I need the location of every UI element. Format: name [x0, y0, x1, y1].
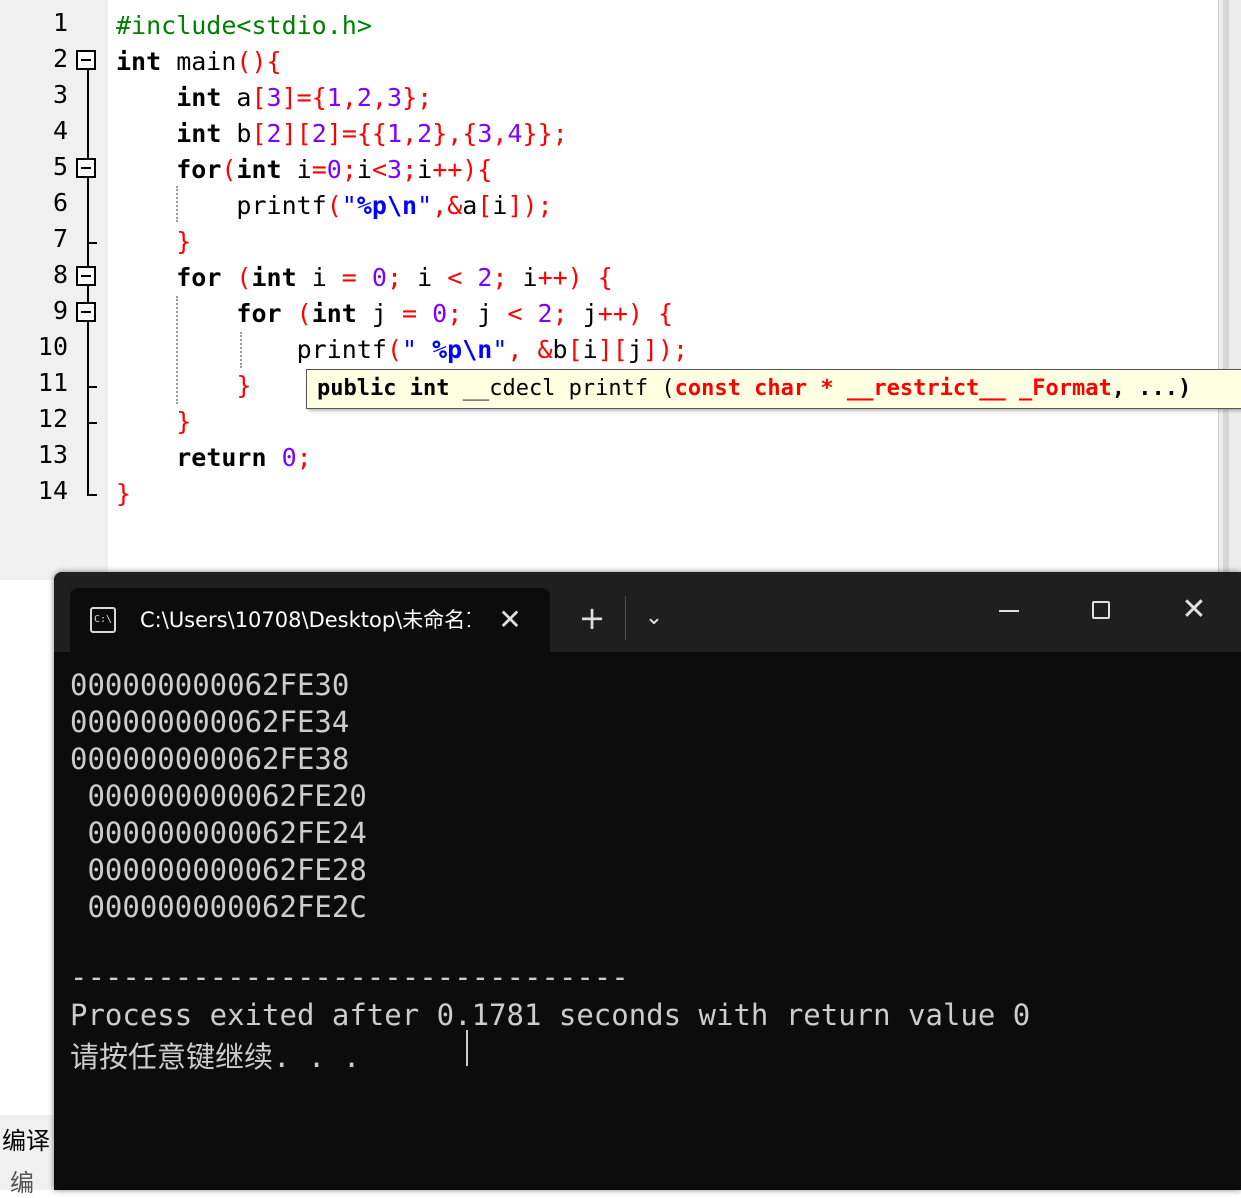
- line-number: 10: [37, 332, 68, 361]
- code-line-10: printf(" %p\n", &b[i][j]);: [296, 335, 689, 364]
- line-number: 7: [52, 224, 68, 253]
- code-line-4: int b[2][2]={{1,2},{3,4}};: [176, 119, 568, 148]
- code-line-2: int main(){: [116, 47, 282, 76]
- code-line-1: #include<stdio.h>: [116, 11, 372, 40]
- line-number: 5: [52, 152, 68, 181]
- code-line-3: int a[3]={1,2,3};: [176, 83, 433, 112]
- code-line-13: return 0;: [176, 443, 312, 472]
- new-tab-button[interactable]: +: [574, 598, 610, 638]
- close-tab-button[interactable]: ✕: [492, 602, 528, 638]
- line-number: 11: [37, 368, 68, 397]
- compile-log-label[interactable]: 编: [10, 1163, 34, 1198]
- line-number: 12: [37, 404, 68, 433]
- code-line-7: }: [176, 227, 192, 256]
- line-number: 1: [52, 8, 68, 37]
- code-line-11: }: [236, 371, 252, 400]
- exit-message: Process exited after 0.1781 seconds with…: [70, 998, 1031, 1032]
- line-number: 13: [37, 440, 68, 469]
- output-line: 000000000062FE28: [70, 853, 367, 887]
- fold-toggle-icon[interactable]: [76, 266, 96, 286]
- tab-title: C:\Users\10708\Desktop\未命名1.exe: [140, 608, 470, 632]
- fold-end-tick: [87, 242, 97, 244]
- close-window-button[interactable]: ✕: [1174, 590, 1214, 630]
- line-number: 8: [52, 260, 68, 289]
- press-any-key-prompt: 请按任意键继续. . .: [70, 1040, 361, 1074]
- maximize-button[interactable]: [1081, 592, 1121, 632]
- minimize-button[interactable]: [989, 592, 1029, 632]
- fold-toggle-icon[interactable]: [76, 50, 96, 70]
- code-line-12: }: [176, 407, 192, 436]
- chevron-down-icon[interactable]: ⌄: [636, 598, 672, 638]
- terminal-tab[interactable]: C:\ C:\Users\10708\Desktop\未命名1.exe ✕: [70, 588, 550, 652]
- titlebar-divider: [625, 596, 626, 640]
- compile-tab-label[interactable]: 编译: [2, 1121, 50, 1156]
- separator-line: --------------------------------: [70, 960, 629, 994]
- fold-end-tick: [87, 386, 97, 388]
- line-number: 4: [52, 116, 68, 145]
- line-number: 14: [37, 476, 68, 505]
- function-signature-tooltip: public int __cdecl printf (const char * …: [306, 369, 1241, 409]
- fold-toggle-icon[interactable]: [76, 158, 96, 178]
- line-number: 6: [52, 188, 68, 217]
- code-line-5: for(int i=0;i<3;i++){: [176, 155, 493, 184]
- line-number: 2: [52, 44, 68, 73]
- line-number-gutter: 1 2 3 4 5 6 7 8 9 10 11 12 13 14: [0, 0, 108, 580]
- code-line-14: }: [116, 479, 132, 508]
- code-area[interactable]: #include<stdio.h> int main(){ int a[3]={…: [108, 0, 1218, 580]
- output-line: 000000000062FE24: [70, 816, 367, 850]
- line-number: 9: [52, 296, 68, 325]
- console-icon: C:\: [90, 607, 116, 633]
- terminal-window[interactable]: C:\ C:\Users\10708\Desktop\未命名1.exe ✕ + …: [54, 572, 1241, 1190]
- line-number: 3: [52, 80, 68, 109]
- fold-end-tick: [87, 494, 97, 496]
- output-line: 000000000062FE30: [70, 668, 350, 702]
- fold-end-tick: [87, 422, 97, 424]
- output-line: 000000000062FE38: [70, 742, 350, 776]
- fold-toggle-icon[interactable]: [76, 302, 96, 322]
- code-line-8: for (int i = 0; i < 2; i++) {: [176, 263, 613, 292]
- compile-panel-tabs[interactable]: 编译 编: [0, 1115, 60, 1197]
- output-line: 000000000062FE34: [70, 705, 350, 739]
- code-line-6: printf("%p\n",&a[i]);: [236, 191, 553, 220]
- output-line: 000000000062FE2C: [70, 890, 367, 924]
- editor-vertical-scrollbar[interactable]: [1218, 0, 1241, 580]
- terminal-titlebar[interactable]: C:\ C:\Users\10708\Desktop\未命名1.exe ✕ + …: [54, 572, 1241, 652]
- text-cursor: [466, 1030, 468, 1066]
- code-line-9: for (int j = 0; j < 2; j++) {: [236, 299, 674, 328]
- output-line: 000000000062FE20: [70, 779, 367, 813]
